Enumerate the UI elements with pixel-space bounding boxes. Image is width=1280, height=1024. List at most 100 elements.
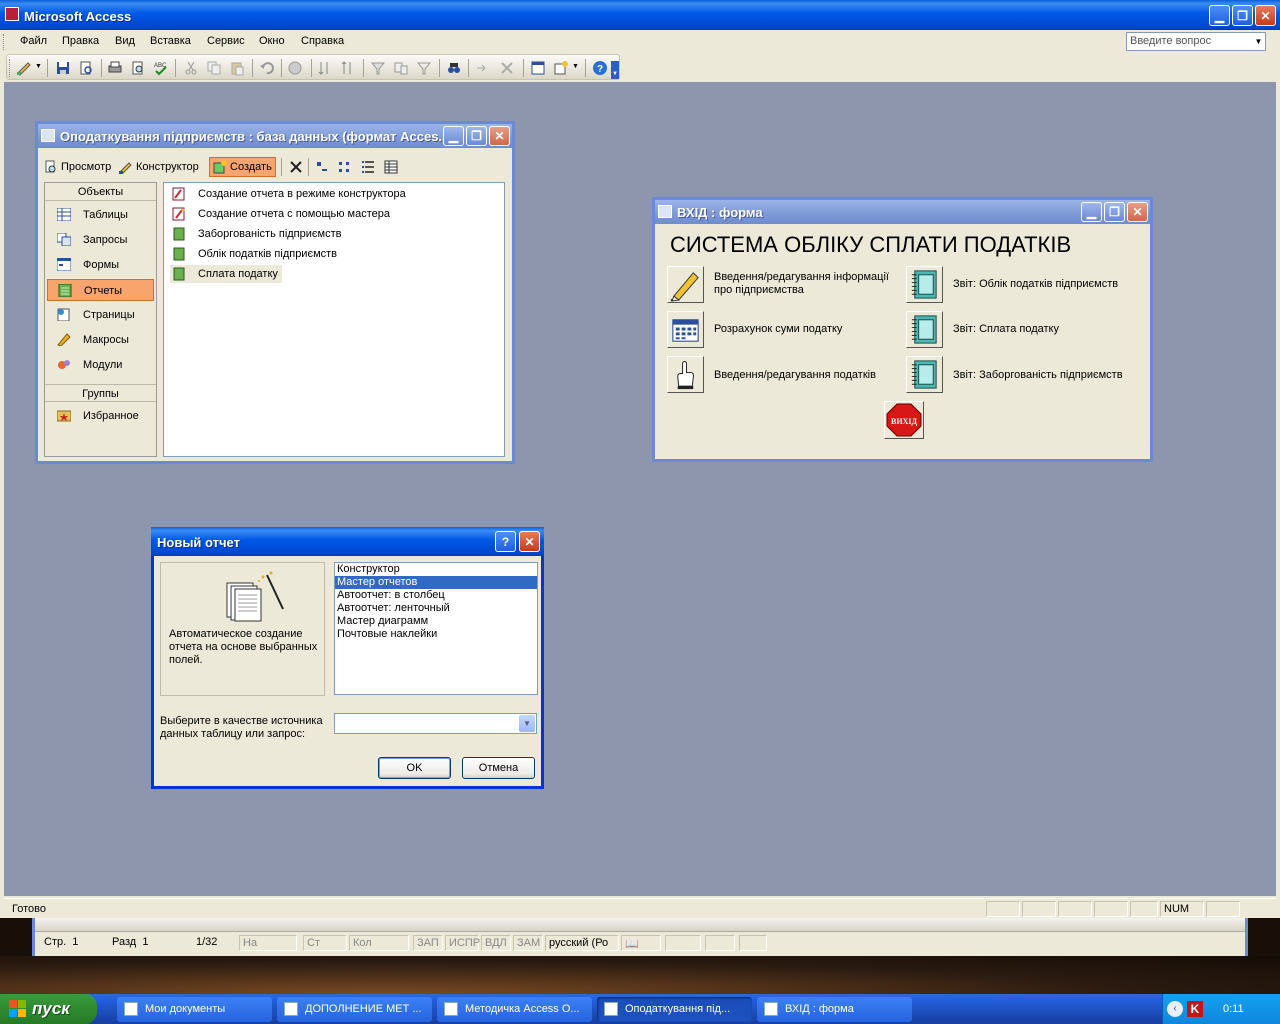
report-debts-button[interactable]: [906, 356, 943, 393]
ask-question-input[interactable]: Введите вопрос ▼: [1126, 32, 1266, 51]
start-button[interactable]: пуск: [0, 994, 97, 1024]
menu-edit[interactable]: Правка: [62, 35, 99, 47]
new-object-icon[interactable]: [553, 60, 569, 76]
edit-taxes-button[interactable]: [667, 356, 704, 393]
spelling-icon[interactable]: ABC: [153, 60, 169, 76]
properties-icon[interactable]: [370, 60, 386, 76]
menu-tools[interactable]: Сервис: [207, 35, 245, 47]
new-object-dropdown-icon[interactable]: ▼: [572, 63, 579, 70]
dialog-title-bar[interactable]: Новый отчет ? ✕: [151, 527, 544, 556]
report-type-list[interactable]: Конструктор Мастер отчетов Автоотчет: в …: [334, 562, 538, 695]
delete-record-icon[interactable]: [499, 60, 515, 76]
help-button[interactable]: ?: [495, 531, 516, 552]
find-icon[interactable]: [446, 60, 462, 76]
help-icon[interactable]: ?: [592, 60, 608, 76]
chevron-down-icon[interactable]: ▼: [519, 715, 535, 732]
list-item[interactable]: Конструктор: [335, 563, 537, 576]
new-record-icon[interactable]: [475, 60, 491, 76]
object-reports[interactable]: Отчеты: [47, 279, 154, 301]
objects-header[interactable]: Объекты: [45, 183, 156, 201]
word-drawing-toolbar[interactable]: [35, 918, 1245, 932]
new-button[interactable]: Создать: [209, 157, 276, 177]
database-icon[interactable]: [41, 129, 55, 142]
copy-icon[interactable]: [206, 60, 222, 76]
large-icons-icon[interactable]: [315, 160, 329, 174]
list-item[interactable]: Заборгованість підприємств: [170, 225, 341, 243]
object-modules[interactable]: Модули: [47, 354, 154, 376]
list-item-selected[interactable]: Мастер отчетов: [335, 576, 537, 589]
report-tax-accounting-button[interactable]: [906, 266, 943, 303]
task-access-database[interactable]: Оподаткування під...: [597, 997, 752, 1022]
calculate-tax-button[interactable]: [667, 311, 704, 348]
spelling-status-icon[interactable]: 📖: [621, 935, 661, 951]
form-window-title-bar[interactable]: ВХІД : форма ▁ ❐ ✕: [655, 200, 1150, 224]
cancel-button[interactable]: Отмена: [462, 757, 535, 779]
code-icon[interactable]: [340, 60, 356, 76]
close-button[interactable]: ✕: [1127, 202, 1148, 222]
exit-button[interactable]: ВИХІД: [884, 401, 924, 439]
undo-icon[interactable]: [259, 60, 275, 76]
task-word-document[interactable]: ДОПОЛНЕНИЕ МЕТ ...: [277, 997, 432, 1022]
menu-file[interactable]: Файл: [20, 35, 47, 47]
small-icons-icon[interactable]: [338, 160, 352, 174]
toolbar-grip[interactable]: [9, 59, 13, 77]
report-tax-payment-button[interactable]: [906, 311, 943, 348]
details-view-icon[interactable]: [384, 160, 398, 174]
database-window-icon[interactable]: [530, 60, 546, 76]
access-app-icon[interactable]: [5, 7, 19, 21]
list-view-icon[interactable]: [361, 160, 375, 174]
object-pages[interactable]: Страницы: [47, 304, 154, 326]
antivirus-icon[interactable]: K: [1187, 1001, 1203, 1017]
group-favorites[interactable]: Избранное: [47, 405, 154, 427]
menu-view[interactable]: Вид: [115, 35, 135, 47]
task-my-documents[interactable]: Мои документы: [117, 997, 272, 1022]
list-item[interactable]: Облік податків підприємств: [170, 245, 337, 263]
clock[interactable]: 0:11: [1223, 1003, 1244, 1015]
cut-icon[interactable]: [183, 60, 199, 76]
menu-window[interactable]: Окно: [259, 35, 285, 47]
list-item[interactable]: Автоотчет: ленточный: [335, 602, 537, 615]
delete-icon[interactable]: [289, 160, 303, 174]
save-icon[interactable]: [55, 60, 71, 76]
object-tables[interactable]: Таблицы: [47, 204, 154, 226]
close-button[interactable]: ✕: [489, 126, 510, 146]
source-combo[interactable]: ▼: [334, 713, 537, 734]
relationships-icon[interactable]: [393, 60, 409, 76]
object-macros[interactable]: Макросы: [47, 329, 154, 351]
list-item[interactable]: Мастер диаграмм: [335, 615, 537, 628]
view-icon[interactable]: [16, 60, 32, 76]
list-item[interactable]: Создание отчета в режиме конструктора: [170, 185, 406, 203]
close-button[interactable]: ✕: [519, 531, 540, 552]
minimize-button[interactable]: ▁: [443, 126, 464, 146]
object-queries[interactable]: Запросы: [47, 229, 154, 251]
menu-help[interactable]: Справка: [301, 35, 344, 47]
menubar-grip[interactable]: [3, 34, 7, 50]
list-item[interactable]: Почтовые наклейки: [335, 628, 537, 641]
ok-button[interactable]: OK: [378, 757, 451, 779]
maximize-button[interactable]: ❐: [466, 126, 487, 146]
search-file-icon[interactable]: [78, 60, 94, 76]
office-links-icon[interactable]: [287, 60, 303, 76]
menu-insert[interactable]: Вставка: [150, 35, 191, 47]
print-icon[interactable]: [107, 60, 123, 76]
view-dropdown-icon[interactable]: ▼: [35, 63, 42, 70]
minimize-button[interactable]: ▁: [1209, 5, 1230, 26]
maximize-button[interactable]: ❐: [1104, 202, 1125, 222]
close-button[interactable]: ✕: [1255, 5, 1276, 26]
paste-icon[interactable]: [229, 60, 245, 76]
edit-companies-button[interactable]: [667, 266, 704, 303]
groups-header[interactable]: Группы: [45, 384, 156, 402]
list-item[interactable]: Сплата податку: [170, 265, 282, 283]
form-icon[interactable]: [658, 205, 672, 218]
title-bar[interactable]: Microsoft Access ▁ ❐ ✕: [0, 0, 1280, 30]
database-window-title-bar[interactable]: Оподаткування підприємств : база данных …: [38, 124, 512, 148]
chevron-down-icon[interactable]: ▼: [1252, 33, 1265, 50]
toolbar-options-icon[interactable]: ▼: [611, 61, 619, 79]
maximize-button[interactable]: ❐: [1232, 5, 1253, 26]
analyze-icon[interactable]: [317, 60, 333, 76]
design-button[interactable]: Конструктор: [119, 157, 199, 177]
open-button[interactable]: Просмотр: [44, 157, 111, 177]
object-forms[interactable]: Формы: [47, 254, 154, 276]
filter-icon[interactable]: [416, 60, 432, 76]
task-access-form[interactable]: ВХІД : форма: [757, 997, 912, 1022]
